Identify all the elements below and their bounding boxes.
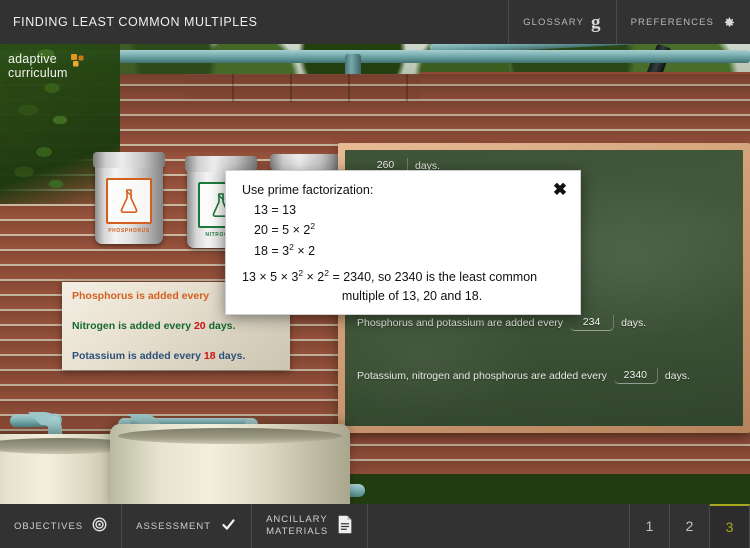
- row-text: 20 = 5 × 2: [254, 223, 311, 238]
- footer-spacer: [368, 504, 630, 548]
- document-icon: [337, 515, 353, 537]
- info-suffix: days.: [208, 320, 236, 332]
- modal-conclusion: 13 × 5 × 32 × 22 = 2340, so 2340 is the …: [242, 267, 564, 306]
- info-prefix: Phosphorus is added every: [72, 290, 210, 302]
- glossary-label: GLOSSARY: [523, 16, 585, 28]
- conclusion-part-a: 13 × 5 × 3: [242, 270, 299, 285]
- conclusion-part-c: = 2340, so 2340 is the least common: [328, 270, 538, 285]
- chalkboard-line-4: Phosphorus and potassium are added every…: [357, 315, 646, 331]
- modal-row-2: 20 = 5 × 22: [254, 220, 564, 240]
- page-button-1[interactable]: 1: [630, 504, 670, 548]
- answer-field-4[interactable]: 234: [570, 315, 615, 331]
- modal-row-3: 18 = 32 × 2: [254, 241, 564, 261]
- logo-line-1: adaptive: [8, 52, 57, 66]
- page-button-3[interactable]: 3: [710, 504, 750, 548]
- conclusion-line-2: multiple of 13, 20 and 18.: [341, 288, 483, 303]
- row-exponent: 2: [310, 221, 316, 232]
- flask-icon: [120, 189, 138, 213]
- modal-row-1: 13 = 13: [254, 200, 564, 220]
- canister-name: PHOSPHORUS: [108, 228, 150, 234]
- checkmark-icon: [220, 517, 237, 535]
- canister-label: [106, 178, 152, 224]
- row-text: 13 = 13: [254, 203, 297, 217]
- tank-opening: [118, 428, 342, 444]
- info-line-nitrogen: Nitrogen is added every 20 days.: [72, 320, 280, 332]
- brand-logo: adaptive curriculum: [8, 52, 85, 80]
- g-glyph-icon: g: [591, 11, 602, 33]
- line-suffix: days.: [621, 317, 647, 329]
- canister-lid: [270, 154, 342, 170]
- canister-phosphorus[interactable]: PHOSPHORUS: [93, 152, 165, 244]
- row-tail: × 2: [293, 243, 316, 258]
- info-prefix: Nitrogen is added every: [72, 320, 192, 332]
- page-title: FINDING LEAST COMMON MULTIPLES: [13, 15, 258, 29]
- info-prefix: Potassium is added every: [72, 350, 201, 362]
- line-prefix: Phosphorus and potassium are added every: [357, 317, 564, 329]
- ancillary-label: ANCILLARY MATERIALS: [266, 514, 328, 538]
- info-value: 18: [203, 350, 216, 362]
- ancillary-label-line-1: ANCILLARY: [266, 514, 328, 526]
- page-button-2[interactable]: 2: [670, 504, 710, 548]
- logo-line-2: curriculum: [8, 65, 68, 80]
- preferences-button[interactable]: PREFERENCES: [615, 0, 750, 44]
- application-root: FINDING LEAST COMMON MULTIPLES GLOSSARY …: [0, 0, 750, 548]
- canister-lid: [93, 152, 165, 168]
- storage-tank-right: [110, 424, 350, 504]
- close-x-icon[interactable]: ✖: [550, 179, 570, 199]
- ancillary-label-line-2: MATERIALS: [266, 526, 329, 537]
- answer-field-5[interactable]: 2340: [613, 368, 658, 384]
- puzzle-piece-icon: [70, 54, 85, 72]
- chalkboard-line-5: Potassium, nitrogen and phosphorus are a…: [357, 368, 690, 384]
- info-suffix: days.: [218, 350, 246, 362]
- assessment-label: ASSESSMENT: [136, 520, 212, 532]
- row-text: 18 = 3: [254, 243, 290, 258]
- preferences-label: PREFERENCES: [630, 16, 714, 28]
- bottom-navigation-bar: OBJECTIVES ASSESSMENT ANCILLARY MATERIAL…: [0, 504, 750, 548]
- modal-title: Use prime factorization:: [242, 183, 374, 197]
- objectives-label: OBJECTIVES: [14, 520, 84, 532]
- target-icon: [92, 517, 107, 535]
- assessment-button[interactable]: ASSESSMENT: [122, 504, 253, 548]
- info-line-potassium: Potassium is added every 18 days.: [72, 350, 280, 362]
- glossary-button[interactable]: GLOSSARY g: [508, 0, 616, 44]
- top-header-bar: FINDING LEAST COMMON MULTIPLES GLOSSARY …: [0, 0, 750, 44]
- line-suffix: days.: [664, 370, 690, 382]
- gear-icon: [721, 15, 736, 30]
- conclusion-part-b: × 2: [303, 270, 325, 285]
- line-prefix: Potassium, nitrogen and phosphorus are a…: [357, 370, 607, 382]
- info-value: 20: [193, 320, 206, 332]
- prime-factorization-modal: ✖ Use prime factorization: 13 = 13 20 = …: [225, 170, 581, 315]
- objectives-button[interactable]: OBJECTIVES: [0, 504, 123, 548]
- ancillary-materials-button[interactable]: ANCILLARY MATERIALS: [252, 504, 369, 548]
